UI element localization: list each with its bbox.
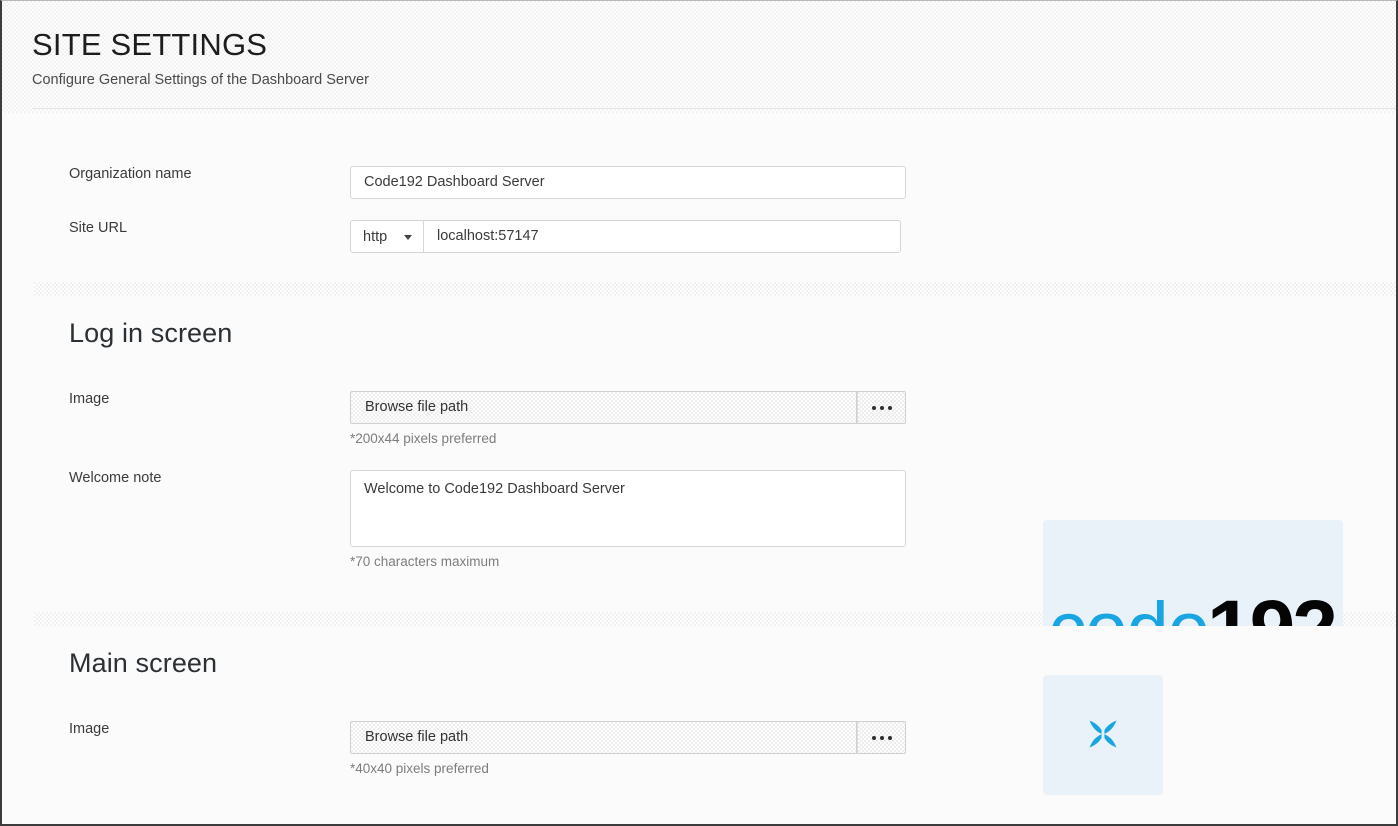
page-title: SITE SETTINGS bbox=[32, 27, 268, 62]
login-image-file-group: Browse file path bbox=[350, 391, 906, 424]
login-image-label: Image bbox=[69, 391, 110, 407]
login-image-hint: *200x44 pixels preferred bbox=[350, 431, 497, 446]
organization-name-label: Organization name bbox=[69, 166, 192, 182]
main-image-browse-button[interactable] bbox=[857, 721, 906, 754]
site-url-field: http localhost:57147 bbox=[350, 220, 901, 253]
ellipsis-dot-icon bbox=[887, 405, 892, 410]
main-screen-section: Main screen Image Browse file path *40x4… bbox=[34, 626, 1396, 824]
login-image-path-input[interactable]: Browse file path bbox=[350, 391, 857, 424]
main-image-field: Browse file path *40x40 pixels preferred bbox=[350, 721, 906, 776]
url-scheme-select[interactable]: http bbox=[350, 220, 424, 253]
x-butterfly-icon bbox=[1089, 720, 1117, 748]
chevron-down-icon bbox=[404, 234, 412, 240]
settings-content: Organization name Code192 Dashboard Serv… bbox=[34, 113, 1396, 824]
site-url-host-input[interactable]: localhost:57147 bbox=[424, 220, 901, 253]
general-settings-section: Organization name Code192 Dashboard Serv… bbox=[34, 113, 1396, 282]
ellipsis-dot-icon bbox=[879, 735, 884, 740]
ellipsis-dot-icon bbox=[887, 735, 892, 740]
main-image-path-input[interactable]: Browse file path bbox=[350, 721, 857, 754]
site-url-group: http localhost:57147 bbox=[350, 220, 901, 253]
welcome-note-hint: *70 characters maximum bbox=[350, 554, 500, 569]
welcome-note-field: Welcome to Code192 Dashboard Server *70 … bbox=[350, 470, 906, 569]
organization-name-field: Code192 Dashboard Server bbox=[350, 166, 906, 199]
login-screen-section: Log in screen Image Browse file path *20… bbox=[34, 296, 1396, 744]
url-scheme-value: http bbox=[363, 228, 388, 245]
main-screen-heading: Main screen bbox=[69, 648, 218, 678]
login-image-field: Browse file path *200x44 pixels preferre… bbox=[350, 391, 906, 446]
main-screen-image-preview bbox=[1043, 675, 1163, 795]
section-divider-1 bbox=[34, 282, 1396, 296]
ellipsis-dot-icon bbox=[879, 405, 884, 410]
login-image-browse-button[interactable] bbox=[857, 391, 906, 424]
login-screen-heading: Log in screen bbox=[69, 318, 233, 348]
main-image-file-group: Browse file path bbox=[350, 721, 906, 754]
organization-name-input[interactable]: Code192 Dashboard Server bbox=[350, 166, 906, 199]
site-settings-page: SITE SETTINGS Configure General Settings… bbox=[0, 0, 1398, 826]
welcome-note-textarea[interactable]: Welcome to Code192 Dashboard Server bbox=[350, 470, 906, 547]
site-url-label: Site URL bbox=[69, 220, 128, 236]
main-image-hint: *40x40 pixels preferred bbox=[350, 761, 489, 776]
welcome-note-label: Welcome note bbox=[69, 470, 162, 486]
header-rule bbox=[32, 108, 1396, 109]
page-subtitle: Configure General Settings of the Dashbo… bbox=[32, 71, 369, 88]
main-image-label: Image bbox=[69, 721, 110, 737]
ellipsis-dot-icon bbox=[871, 405, 876, 410]
ellipsis-dot-icon bbox=[871, 735, 876, 740]
page-header: SITE SETTINGS Configure General Settings… bbox=[2, 1, 1396, 113]
